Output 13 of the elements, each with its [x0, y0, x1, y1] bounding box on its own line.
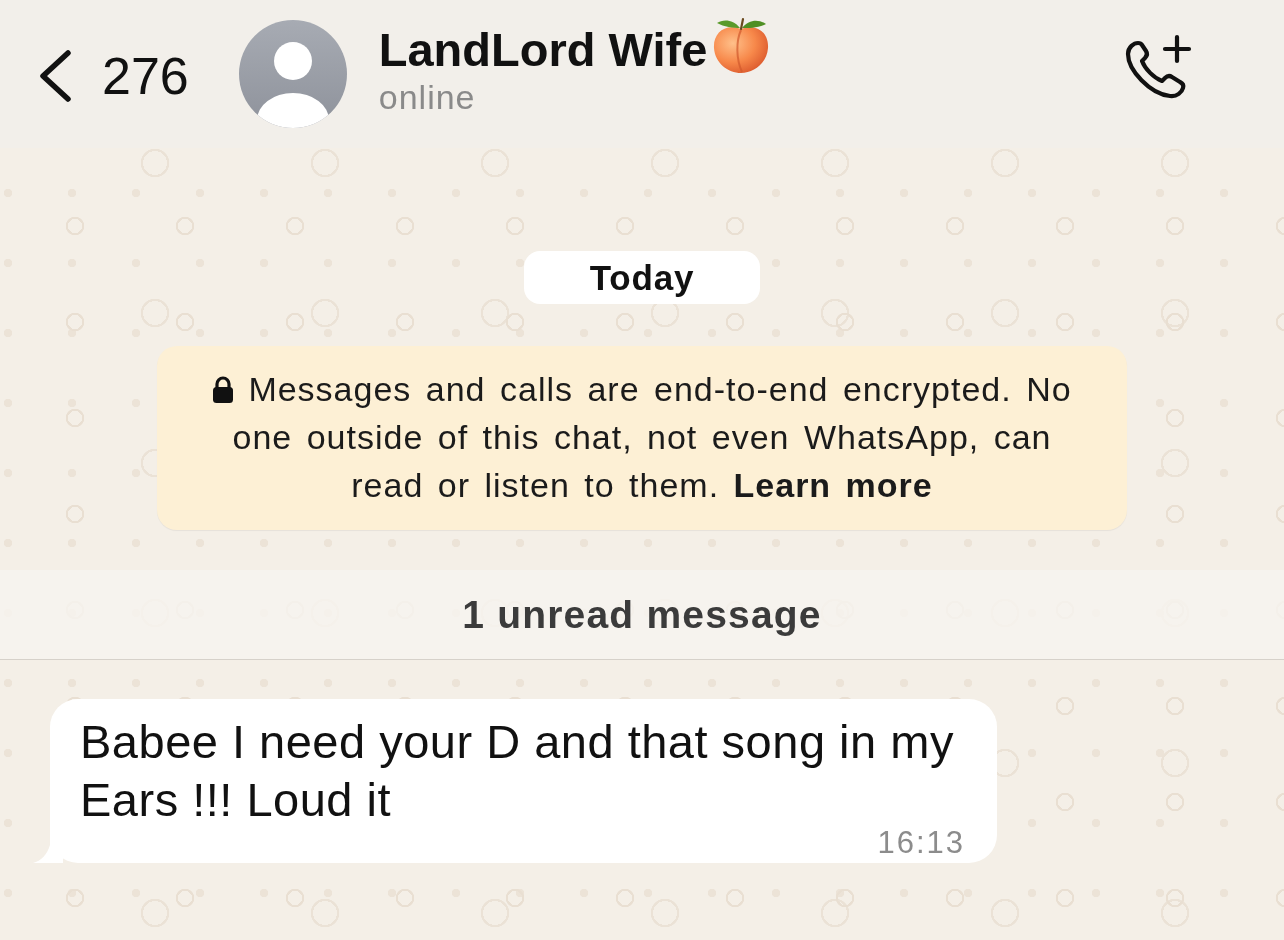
phone-plus-icon: [1124, 34, 1192, 100]
contact-status: online: [378, 79, 476, 115]
unread-count-text: 1 unread message: [462, 592, 822, 637]
date-label: Today: [524, 251, 760, 304]
message-time: 16:13: [877, 829, 965, 857]
back-button[interactable]: 276: [38, 46, 189, 106]
learn-more-link[interactable]: Learn more: [733, 466, 933, 504]
add-call-button[interactable]: [1124, 34, 1192, 100]
message-text: Babee I need your D and that song in my Ears !!! Loud it: [80, 714, 955, 828]
contact-name: LandLord Wife: [378, 22, 708, 78]
chevron-left-icon: [38, 50, 72, 102]
encryption-notice-text: Messages and calls are end-to-end encrypted. No one outside of this chat, not even WhatsApp, can read or listen to them. Learn more: [191, 365, 1093, 509]
lock-icon: [212, 376, 235, 403]
